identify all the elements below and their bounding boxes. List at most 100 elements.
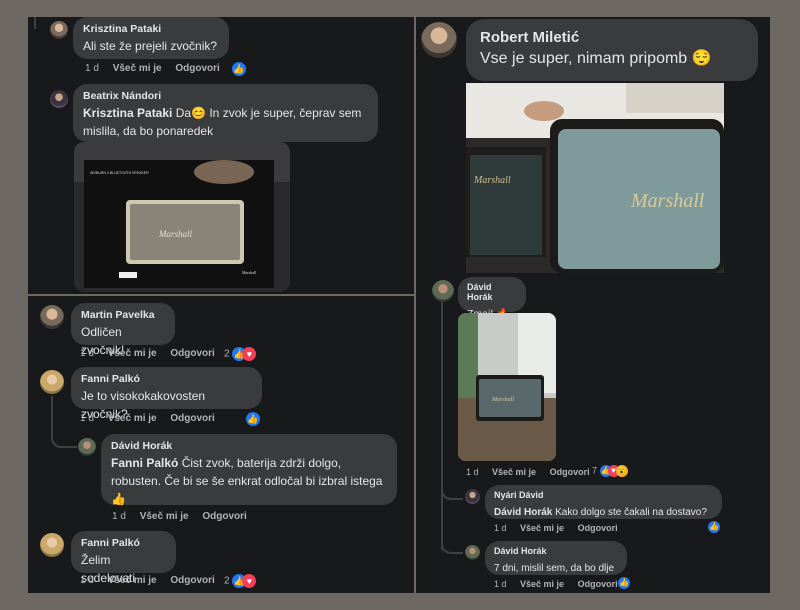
comment-author[interactable]: Beatrix Nándori [83,90,368,102]
reply-link[interactable]: Odgovori [202,511,246,522]
thumbs-up-icon: 👍 [246,412,260,426]
brand-logo-small: Marshall [242,270,257,275]
comment-actions: 1 d Všeč mi je Odgovori [494,523,629,533]
text-fragment: Vse je super, nimam pripomb [480,50,688,67]
like-link[interactable]: Všeč mi je [108,413,157,424]
comment-time[interactable]: 1 d [80,413,94,424]
comment-actions: 1 d Všeč mi je Odgovori [494,579,629,589]
comment-author[interactable]: Nyári Dávid [494,490,713,500]
heart-icon: ♥ [242,574,257,588]
comment-actions: 1 d Všeč mi je Odgovori [466,467,601,477]
like-link[interactable]: Všeč mi je [108,348,157,359]
thumbs-up-emoji: 👍 [111,492,126,506]
comment-photo[interactable]: Marshall [458,313,556,461]
reply-link[interactable]: Odgovori [175,63,219,74]
comment-author[interactable]: Krisztina Pataki [83,23,219,35]
brand-logo: Marshall [630,190,705,212]
mention-tag[interactable]: Dávid Horák [494,507,552,518]
reply-link[interactable]: Odgovori [578,579,618,589]
speaker-closeup-photo: Marshall Marshall [466,83,724,273]
comment-bubble: Robert Miletić Vse je super, nimam pripo… [466,19,758,81]
box-text: WOBURN II BLUETOOTH SPEAKER [90,171,149,175]
comment-bubble: Krisztina Pataki Ali ste že prejeli zvoč… [73,17,229,59]
reaction-count[interactable]: 👍 [246,412,260,426]
avatar[interactable] [40,533,64,557]
reaction-count[interactable]: 👍 [708,521,720,533]
comment-actions: 1 d Všeč mi je Odgovori [80,348,226,359]
reaction-number: 2 [224,575,230,587]
comment-photo[interactable]: WOBURN II BLUETOOTH SPEAKER Marshall Mar… [74,142,290,292]
comment-actions: 1 d Všeč mi je Odgovori [80,413,226,424]
comment-time[interactable]: 1 d [494,523,507,533]
comment-time[interactable]: 1 d [466,467,479,477]
comment-bubble: Dávid Horák Fanni Palkó Čist zvok, bater… [101,434,397,506]
avatar[interactable] [465,545,480,560]
thumbs-up-icon: 👍 [618,577,630,589]
reaction-count[interactable]: 2 👍 ♥ [224,347,257,361]
reaction-count[interactable]: 7 👍♥😮 [592,465,628,477]
relieved-emoji: 😌 [691,50,712,67]
reaction-number: 7 [592,465,598,476]
smile-emoji: 😊 [191,106,207,120]
thread-line [441,300,445,550]
comment-time[interactable]: 1 d [80,348,94,359]
avatar[interactable] [421,22,457,58]
comment-bubble: Nyári Dávid Dávid Horák Kako dolgo ste č… [485,485,722,519]
comment-time[interactable]: 1 d [85,63,99,74]
like-link[interactable]: Všeč mi je [520,579,564,589]
reply-link[interactable]: Odgovori [578,523,618,533]
comment-bubble: Dávid Horák 7 dni, mislil sem, da bo dlj… [485,541,627,575]
thread-line [34,17,46,29]
comment-time[interactable]: 1 d [80,575,94,586]
comment-text: 7 dni, mislil sem, da bo dlje [494,563,615,574]
avatar[interactable] [40,370,64,394]
comment-text: Fanni Palkó Čist zvok, baterija zdrži do… [111,456,382,506]
thread-line [441,536,463,554]
avatar[interactable] [40,305,64,329]
reaction-count[interactable]: 2 👍 ♥ [224,574,257,588]
avatar[interactable] [78,438,96,456]
mention-tag[interactable]: Fanni Palkó [111,456,178,470]
brand-logo-left: Marshall [473,175,511,186]
thumbs-up-icon: 👍 [708,521,720,533]
comment-text: Vse je super, nimam pripomb 😌 [480,50,712,67]
reaction-count[interactable]: 👍 [232,62,246,76]
speaker-box-photo: WOBURN II BLUETOOTH SPEAKER Marshall Mar… [74,142,290,292]
like-link[interactable]: Všeč mi je [520,523,564,533]
avatar[interactable] [50,90,68,108]
thread-line [441,480,463,500]
reaction-count[interactable]: 👍 [618,577,630,589]
speaker-table-photo: Marshall [458,313,556,461]
comment-actions: 1 d Všeč mi je Odgovori [85,63,231,74]
avatar[interactable] [432,280,454,302]
comment-bubble: Fanni Palkó Želim sodelovati [71,531,176,585]
comment-time[interactable]: 1 d [494,579,507,589]
comment-author[interactable]: Fanni Palkó [81,373,252,385]
comment-actions: 1 d Všeč mi je Odgovori [80,575,226,586]
comment-text: Krisztina Pataki Da😊 In zvok je super, č… [83,106,361,138]
comment-bubble: Martin Pavelka Odličen zvočnik! [71,303,175,357]
comment-author[interactable]: Robert Miletić [480,29,744,46]
like-link[interactable]: Všeč mi je [113,63,162,74]
comment-author[interactable]: Dávid Horák [467,282,517,302]
reply-link[interactable]: Odgovori [170,575,214,586]
reply-link[interactable]: Odgovori [170,413,214,424]
comment-time[interactable]: 1 d [112,511,126,522]
text-fragment: Kako dolgo ste čakali na dostavo? [552,507,707,518]
like-link[interactable]: Všeč mi je [492,467,536,477]
like-link[interactable]: Všeč mi je [108,575,157,586]
comment-author[interactable]: Martin Pavelka [81,309,165,321]
comment-author[interactable]: Fanni Palkó [81,537,166,549]
mention-tag[interactable]: Krisztina Pataki [83,106,172,120]
like-link[interactable]: Všeč mi je [140,511,189,522]
wow-icon: 😮 [615,465,628,477]
reply-link[interactable]: Odgovori [550,467,590,477]
comment-photo[interactable]: Marshall Marshall [466,83,724,273]
thread-line [51,396,77,448]
heart-icon: ♥ [242,347,257,361]
reply-link[interactable]: Odgovori [170,348,214,359]
comment-author[interactable]: Dávid Horák [494,546,618,556]
avatar[interactable] [50,21,68,39]
avatar[interactable] [465,489,480,504]
comment-author[interactable]: Dávid Horák [111,440,387,452]
